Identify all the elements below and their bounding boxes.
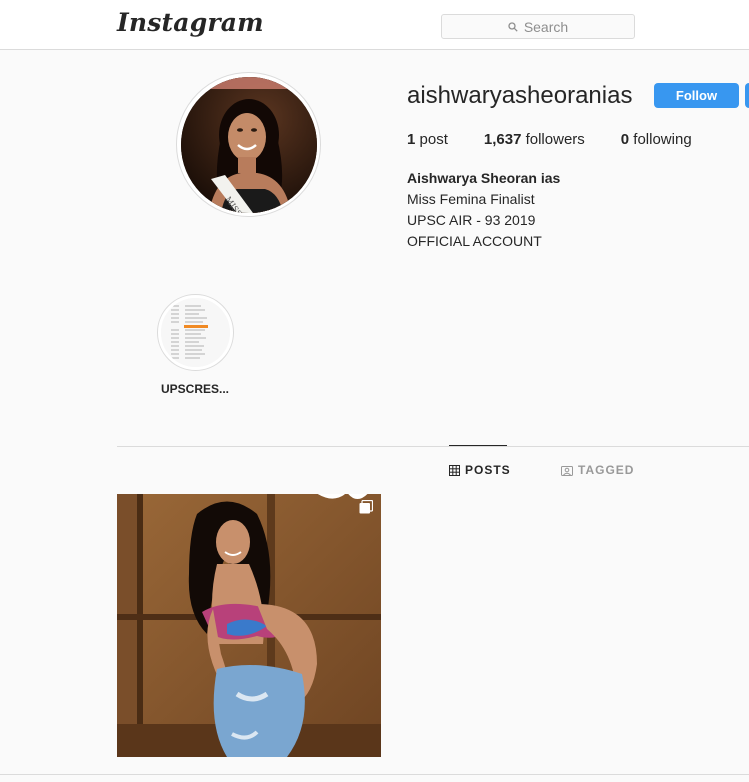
- posts-label: post: [415, 131, 448, 148]
- profile-avatar-ring[interactable]: MISS B: [176, 72, 321, 217]
- profile-bio: Aishwarya Sheoran ias Miss Femina Finali…: [407, 168, 560, 252]
- post-thumbnail[interactable]: [117, 494, 381, 757]
- bio-line: OFFICIAL ACCOUNT: [407, 233, 542, 249]
- tagged-icon: [561, 465, 573, 476]
- grid-icon: [449, 464, 460, 476]
- tab-tagged[interactable]: TAGGED: [561, 463, 634, 477]
- tab-posts-label: POSTS: [465, 463, 511, 477]
- followers-stat[interactable]: 1,637 followers: [484, 131, 585, 148]
- highlight-label: UPSCRES...: [160, 382, 229, 396]
- search-placeholder: Search: [523, 18, 569, 35]
- highlight-ring: [156, 294, 234, 371]
- posts-stat: 1 post: [407, 131, 448, 148]
- story-highlight[interactable]: UPSCRES...: [155, 294, 235, 396]
- profile-avatar: MISS B: [180, 76, 317, 213]
- profile-stats: 1 post 1,637 followers 0 following: [407, 131, 728, 148]
- following-label: following: [629, 131, 692, 148]
- instagram-logo[interactable]: Instagram: [117, 8, 264, 37]
- tab-posts[interactable]: POSTS: [449, 463, 511, 477]
- search-input[interactable]: Search: [441, 14, 635, 39]
- multiple-photos-icon: [359, 500, 373, 514]
- followers-label: followers: [521, 131, 585, 148]
- follow-button[interactable]: Follow: [654, 83, 739, 108]
- active-tab-indicator: [449, 445, 507, 446]
- search-icon: [508, 21, 518, 32]
- following-count: 0: [620, 131, 630, 148]
- bio-line: UPSC AIR - 93 2019: [407, 212, 536, 228]
- profile-username: aishwaryasheoranias: [407, 82, 633, 109]
- page-bottom-border: [0, 774, 749, 775]
- followers-count: 1,637: [483, 131, 522, 148]
- tab-tagged-label: TAGGED: [578, 463, 635, 477]
- highlight-thumbnail: [160, 298, 230, 367]
- top-navigation-bar: Instagram Search: [0, 0, 749, 50]
- profile-full-name: Aishwarya Sheoran ias: [407, 170, 561, 186]
- tabs-divider: [117, 446, 749, 447]
- following-stat[interactable]: 0 following: [621, 131, 692, 148]
- bio-line: Miss Femina Finalist: [407, 191, 535, 207]
- suggestions-dropdown-button[interactable]: [745, 83, 749, 108]
